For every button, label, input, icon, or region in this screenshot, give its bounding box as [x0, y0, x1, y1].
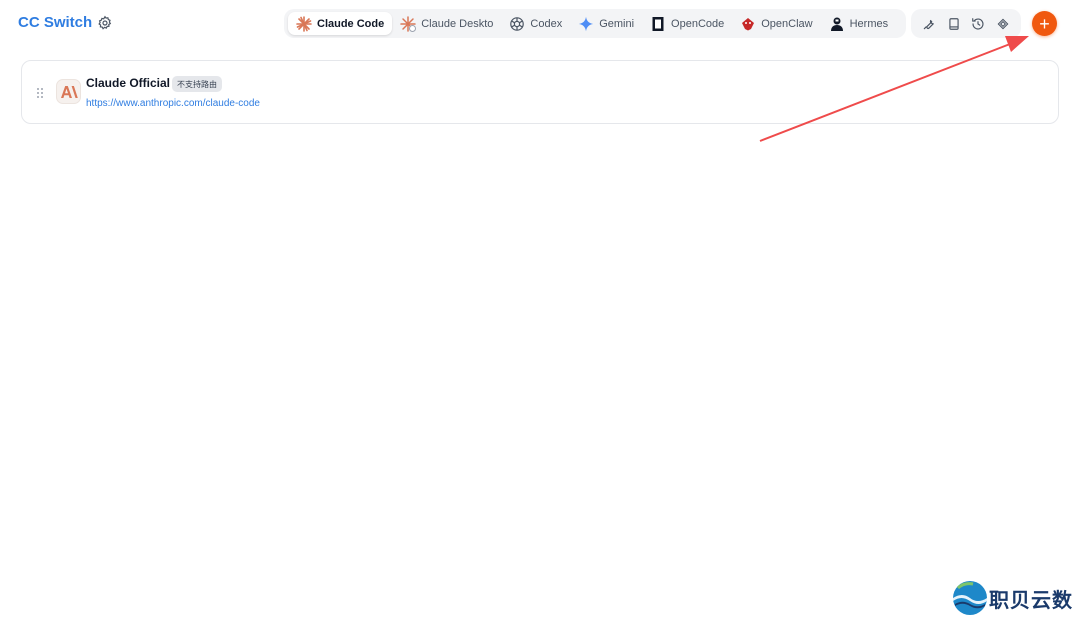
- tab-label: Gemini: [599, 17, 635, 30]
- watermark: 职贝云数: [952, 579, 1073, 617]
- watermark-globe-icon: [953, 581, 987, 615]
- provider-url-link[interactable]: https://www.anthropic.com/claude-code: [86, 98, 260, 109]
- tab-label: Hermes: [849, 17, 889, 30]
- tab-hermes[interactable]: Hermes: [821, 12, 897, 35]
- tab-label: Claude Deskto: [421, 17, 494, 30]
- hermes-figure-icon: [829, 16, 845, 32]
- status-badge: 不支持路由: [172, 76, 222, 92]
- app-title: CC Switch: [18, 14, 93, 31]
- tab-codex[interactable]: Codex: [501, 12, 570, 35]
- wrench-icon[interactable]: [920, 15, 938, 33]
- watermark-text: 职贝云数: [989, 587, 1073, 612]
- tab-label: Claude Code: [317, 17, 385, 30]
- toolbar: [911, 9, 1021, 38]
- gemini-sparkle-icon: [578, 16, 594, 32]
- tab-label: OpenClaw: [761, 17, 813, 30]
- tab-claude-code[interactable]: Claude Code: [288, 12, 393, 35]
- anthropic-logo-icon: [56, 79, 81, 104]
- provider-card[interactable]: Claude Official 不支持路由 https://www.anthro…: [21, 60, 1059, 124]
- fingerprint-icon[interactable]: [994, 15, 1012, 33]
- tab-opencode[interactable]: OpenCode: [642, 12, 732, 35]
- claude-sunburst-icon: [296, 15, 312, 32]
- book-icon[interactable]: [945, 15, 963, 33]
- provider-name: Claude Official: [86, 76, 171, 90]
- claude-desktop-icon: [400, 15, 417, 32]
- tab-openclaw[interactable]: OpenClaw: [732, 12, 820, 35]
- openai-knot-icon: [509, 16, 525, 32]
- app-tabs: Claude Code Claude Deskto Codex Gemini O…: [284, 9, 906, 38]
- opencode-square-icon: [650, 16, 666, 32]
- openclaw-crab-icon: [740, 16, 756, 32]
- tab-label: Codex: [530, 17, 563, 30]
- tab-label: OpenCode: [671, 17, 725, 30]
- history-icon[interactable]: [969, 15, 987, 33]
- add-provider-button[interactable]: +: [1032, 11, 1057, 36]
- gear-icon[interactable]: [97, 15, 113, 31]
- top-bar: CC Switch Claude Code Claude Deskto Code…: [0, 0, 1080, 48]
- tab-claude-desktop[interactable]: Claude Deskto: [392, 12, 501, 35]
- tab-gemini[interactable]: Gemini: [570, 12, 642, 35]
- drag-handle-icon[interactable]: [36, 86, 44, 98]
